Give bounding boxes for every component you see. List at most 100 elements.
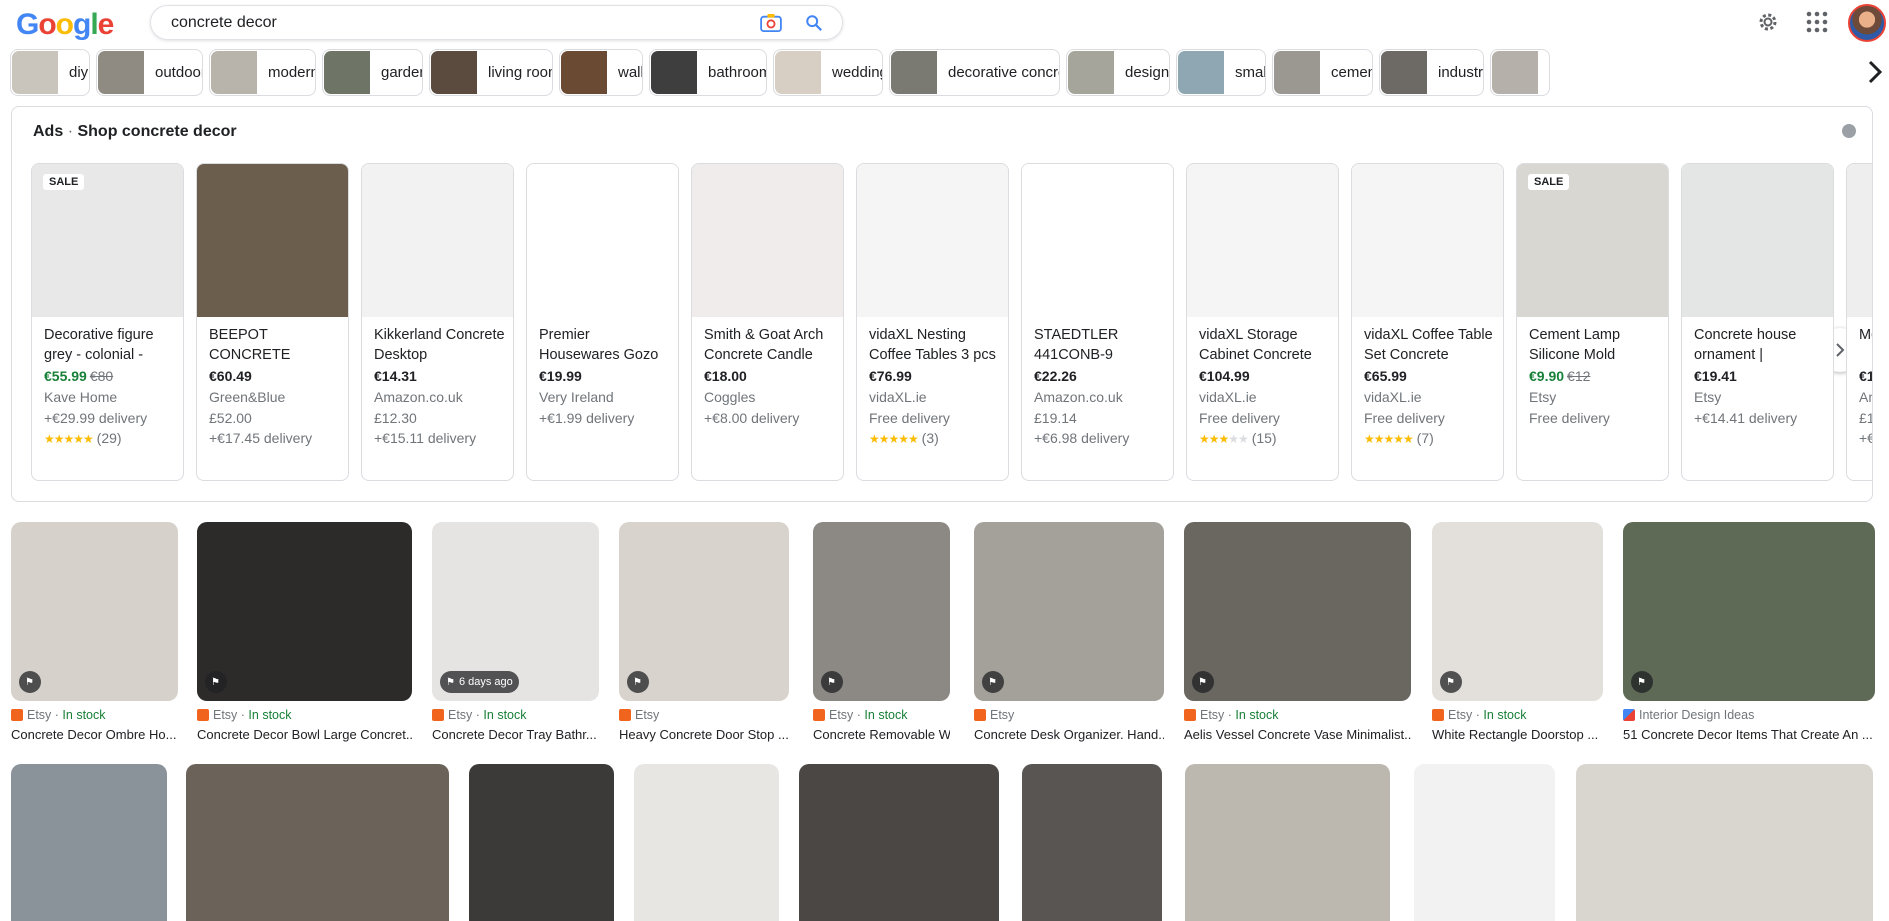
product-title[interactable]: BEEPOT CONCRETE	[209, 325, 341, 365]
chip-cement[interactable]: cement	[1272, 49, 1373, 96]
product-card[interactable]: Premier Housewares Gozo €19.99 Very Irelan…	[526, 163, 679, 481]
product-card[interactable]: SALE Cement Lamp Silicone Mold €9.90 €12 Ets…	[1516, 163, 1669, 481]
stock-status: In stock	[1235, 708, 1279, 722]
image-source[interactable]: Etsy · In stock	[813, 708, 908, 722]
search-box[interactable]	[150, 5, 843, 40]
camera-lens-icon[interactable]	[760, 14, 782, 32]
chip-outdoor[interactable]: outdoor	[96, 49, 203, 96]
product-title[interactable]: STAEDTLER 441CONB-9	[1034, 325, 1166, 365]
product-card[interactable]: Smith & Goat Arch Concrete Candle €18.00 C…	[691, 163, 844, 481]
product-title[interactable]: vidaXL Coffee Table Set Concrete	[1364, 325, 1496, 365]
chip-decorative-concrete[interactable]: decorative concrete	[889, 49, 1060, 96]
image-result[interactable]: ⚑	[197, 522, 412, 701]
chip-living-room[interactable]: living room	[429, 49, 553, 96]
chip-more[interactable]	[1490, 49, 1550, 96]
image-result[interactable]: ⚑	[1623, 522, 1875, 701]
image-result[interactable]	[799, 764, 999, 921]
image-source[interactable]: Etsy · In stock	[1432, 708, 1527, 722]
product-image[interactable]	[1682, 164, 1833, 317]
image-caption[interactable]: Concrete Decor Ombre Ho...	[11, 727, 178, 742]
product-price: €9.90 €12	[1529, 368, 1590, 384]
source-name: Etsy	[448, 708, 473, 722]
image-result[interactable]: ⚑ 6 days ago	[432, 522, 599, 701]
image-source[interactable]: Etsy · In stock	[11, 708, 106, 722]
image-source[interactable]: Etsy	[619, 708, 659, 722]
chip-bathroom[interactable]: bathroom	[649, 49, 767, 96]
image-result[interactable]	[634, 764, 779, 921]
chip-industrial[interactable]: industrial	[1379, 49, 1484, 96]
image-caption[interactable]: 51 Concrete Decor Items That Create An .…	[1623, 727, 1875, 742]
chip-diy[interactable]: diy	[10, 49, 90, 96]
image-caption[interactable]: Concrete Decor Bowl Large Concret...	[197, 727, 412, 742]
product-card[interactable]: BEEPOT CONCRETE €60.49 Green&Blue £52.00 +€1…	[196, 163, 349, 481]
product-image[interactable]	[692, 164, 843, 317]
product-card[interactable]: vidaXL Nesting Coffee Tables 3 pcs €76.99…	[856, 163, 1009, 481]
google-logo[interactable]: Google	[16, 8, 114, 42]
image-caption[interactable]: Aelis Vessel Concrete Vase Minimalist...	[1184, 727, 1411, 742]
image-result[interactable]	[1185, 764, 1390, 921]
image-source[interactable]: Etsy	[974, 708, 1014, 722]
image-source[interactable]: Etsy · In stock	[197, 708, 292, 722]
product-card[interactable]: Concrete house ornament | €19.41 Etsy +€14.…	[1681, 163, 1834, 481]
chip-garden[interactable]: garden	[322, 49, 423, 96]
image-caption[interactable]: White Rectangle Doorstop ...	[1432, 727, 1603, 742]
chip-wall[interactable]: wall	[559, 49, 643, 96]
chevron-right-icon[interactable]	[1862, 54, 1888, 90]
product-title[interactable]: vidaXL Nesting Coffee Tables 3 pcs	[869, 325, 1001, 365]
product-title[interactable]: vidaXL Storage Cabinet Concrete	[1199, 325, 1331, 365]
product-image[interactable]	[1187, 164, 1338, 317]
price-value: €76.99	[869, 368, 912, 384]
chip-design[interactable]: design	[1066, 49, 1170, 96]
chip-wedding[interactable]: wedding	[773, 49, 883, 96]
image-source[interactable]: Etsy · In stock	[432, 708, 527, 722]
gear-icon[interactable]	[1756, 10, 1780, 34]
product-card[interactable]: Mo €1 Am £1 +€	[1846, 163, 1872, 481]
image-result[interactable]: ⚑	[813, 522, 950, 701]
product-card[interactable]: Kikkerland Concrete Desktop €14.31 Amazon.…	[361, 163, 514, 481]
search-input[interactable]	[171, 12, 751, 34]
image-result[interactable]: ⚑	[1432, 522, 1603, 701]
product-title[interactable]: Premier Housewares Gozo	[539, 325, 671, 365]
chip-thumbnail	[98, 51, 144, 94]
product-image[interactable]	[362, 164, 513, 317]
product-image[interactable]	[1352, 164, 1503, 317]
product-card[interactable]: vidaXL Storage Cabinet Concrete €104.99 vi…	[1186, 163, 1339, 481]
image-caption[interactable]: Concrete Desk Organizer. Hand...	[974, 727, 1164, 742]
image-result[interactable]	[1414, 764, 1555, 921]
chip-small[interactable]: small	[1176, 49, 1266, 96]
product-title[interactable]: Decorative figure grey - colonial -	[44, 325, 176, 365]
image-result[interactable]: ⚑	[1184, 522, 1411, 701]
image-result[interactable]: ⚑	[619, 522, 789, 701]
image-result[interactable]	[11, 764, 167, 921]
product-image[interactable]	[1022, 164, 1173, 317]
account-avatar[interactable]	[1848, 4, 1886, 42]
product-image[interactable]	[527, 164, 678, 317]
image-result[interactable]	[186, 764, 449, 921]
image-caption[interactable]: Concrete Decor Tray Bathr...	[432, 727, 599, 742]
info-icon[interactable]	[1842, 124, 1856, 138]
image-source[interactable]: Etsy · In stock	[1184, 708, 1279, 722]
image-result[interactable]	[1576, 764, 1873, 921]
image-result[interactable]: ⚑	[974, 522, 1164, 701]
image-result[interactable]	[469, 764, 614, 921]
product-image[interactable]	[197, 164, 348, 317]
product-card[interactable]: STAEDTLER 441CONB-9 €22.26 Amazon.co.uk £19…	[1021, 163, 1174, 481]
product-title[interactable]: Smith & Goat Arch Concrete Candle	[704, 325, 836, 365]
product-title[interactable]: Cement Lamp Silicone Mold	[1529, 325, 1661, 365]
product-title[interactable]: Mo	[1859, 325, 1872, 345]
chip-label: modern	[268, 64, 316, 81]
product-image[interactable]	[857, 164, 1008, 317]
image-caption[interactable]: Heavy Concrete Door Stop ...	[619, 727, 789, 742]
product-image[interactable]	[1847, 164, 1872, 317]
product-card[interactable]: SALE Decorative figure grey - colonial - €…	[31, 163, 184, 481]
apps-grid-icon[interactable]	[1806, 11, 1828, 33]
image-source[interactable]: Interior Design Ideas	[1623, 708, 1754, 722]
image-result[interactable]	[1022, 764, 1162, 921]
search-icon[interactable]	[805, 14, 823, 32]
image-caption[interactable]: Concrete Removable W...	[813, 727, 950, 742]
product-title[interactable]: Kikkerland Concrete Desktop	[374, 325, 506, 365]
product-card[interactable]: vidaXL Coffee Table Set Concrete €65.99 vi…	[1351, 163, 1504, 481]
product-title[interactable]: Concrete house ornament |	[1694, 325, 1826, 365]
chip-modern[interactable]: modern	[209, 49, 316, 96]
image-result[interactable]: ⚑	[11, 522, 178, 701]
